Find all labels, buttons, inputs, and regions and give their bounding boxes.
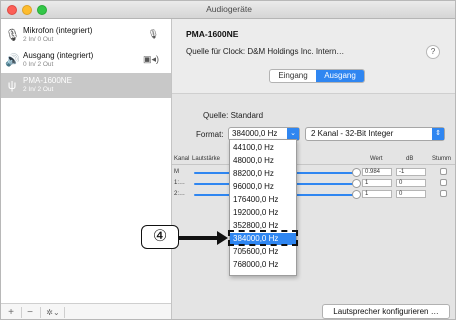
remove-device-button[interactable]: −: [23, 306, 37, 319]
device-name: Ausgang (integriert): [23, 51, 94, 60]
col-value: Wert: [370, 156, 383, 162]
db-field[interactable]: -1: [396, 168, 426, 176]
divider: [21, 307, 22, 318]
device-item-ausgang[interactable]: 🔊 Ausgang (integriert) 0 In/ 2 Out ▣◂): [1, 48, 171, 73]
speaker-volume-icon: ▣◂): [142, 54, 159, 64]
sample-rate-value: 384000,0 Hz: [232, 129, 278, 138]
device-detail-pane: PMA-1600NE Quelle für Clock: D&M Holding…: [172, 19, 455, 319]
channel-name: 2:…: [174, 191, 186, 197]
window-title: Audiogeräte: [206, 4, 252, 14]
menu-item-sample-rate[interactable]: 705600,0 Hz: [230, 246, 296, 258]
tab-ausgang[interactable]: Ausgang: [316, 70, 364, 82]
device-item-pma-1600ne[interactable]: ψ PMA-1600NE 2 In/ 2 Out: [1, 73, 171, 98]
format-label: Format:: [196, 130, 224, 139]
db-field[interactable]: 0: [396, 190, 426, 198]
menu-item-sample-rate[interactable]: 176400,0 Hz: [230, 194, 296, 206]
col-db: dB: [406, 156, 414, 162]
mute-checkbox[interactable]: [440, 179, 447, 186]
sidebar-toolbar: + − ✲⌄: [1, 303, 171, 319]
table-row: 2:… 1 0: [172, 190, 455, 199]
value-field[interactable]: 1: [362, 179, 392, 187]
table-row: M 0.984 -1: [172, 168, 455, 177]
value-field[interactable]: 0.984: [362, 168, 392, 176]
microphone-small-icon: 🎙: [147, 29, 159, 39]
speaker-icon: 🔊: [5, 53, 20, 67]
menu-item-sample-rate[interactable]: 44100,0 Hz: [230, 142, 296, 154]
chevron-updown-icon: ⇕: [432, 128, 444, 140]
usb-icon: ψ: [7, 78, 17, 92]
tab-eingang[interactable]: Eingang: [270, 70, 316, 82]
volume-slider-knob[interactable]: [352, 190, 361, 199]
channel-table-header: Kanal Lautstärke Wert dB Stumm: [172, 155, 455, 165]
help-button[interactable]: ?: [426, 45, 440, 59]
menu-item-sample-rate[interactable]: 768000,0 Hz: [230, 259, 296, 271]
device-sidebar: 🎙 Mikrofon (integriert) 2 In/ 0 Out 🎙 🔊 …: [1, 19, 172, 319]
mute-checkbox[interactable]: [440, 190, 447, 197]
divider: [64, 307, 65, 318]
volume-slider-knob[interactable]: [352, 168, 361, 177]
bit-format-select[interactable]: 2 Kanal - 32-Bit Integer ⇕: [305, 127, 445, 141]
menu-item-sample-rate[interactable]: 88200,0 Hz: [230, 168, 296, 180]
volume-slider-knob[interactable]: [352, 179, 361, 188]
table-row: 1:… 1 0: [172, 179, 455, 188]
device-channels: 2 In/ 2 Out: [23, 86, 54, 93]
divider: [40, 307, 41, 318]
title-bar: Audiogeräte: [1, 1, 455, 19]
device-name: Mikrofon (integriert): [23, 26, 93, 35]
device-title: PMA-1600NE: [186, 29, 239, 39]
callout-arrowhead-icon: [217, 231, 228, 245]
device-channels: 2 In/ 0 Out: [23, 36, 54, 43]
channel-name: M: [174, 169, 179, 175]
menu-item-sample-rate[interactable]: 192000,0 Hz: [230, 207, 296, 219]
mute-checkbox[interactable]: [440, 168, 447, 175]
add-device-button[interactable]: +: [5, 306, 17, 319]
gear-menu-button[interactable]: ✲⌄: [43, 306, 63, 319]
col-volume: Lautstärke: [192, 156, 221, 162]
configure-speakers-button[interactable]: Lautsprecher konfigurieren …: [322, 304, 450, 319]
callout-arrow-icon: [179, 236, 219, 240]
sample-rate-dropdown-menu: 44100,0 Hz 48000,0 Hz 88200,0 Hz 96000,0…: [229, 139, 297, 276]
menu-item-sample-rate[interactable]: 96000,0 Hz: [230, 181, 296, 193]
input-output-segmented-control: Eingang Ausgang: [269, 69, 365, 83]
value-field[interactable]: 1: [362, 190, 392, 198]
db-field[interactable]: 0: [396, 179, 426, 187]
col-channel: Kanal: [174, 156, 190, 162]
microphone-icon: 🎙: [5, 28, 21, 42]
menu-item-sample-rate[interactable]: 48000,0 Hz: [230, 155, 296, 167]
audio-devices-window: Audiogeräte 🎙 Mikrofon (integriert) 2 In…: [0, 0, 456, 320]
col-mute: Stumm: [432, 156, 452, 162]
device-name: PMA-1600NE: [23, 76, 72, 85]
source-label: Quelle: Standard: [203, 111, 264, 120]
channel-name: 1:…: [174, 180, 186, 186]
callout-highlight-box: [228, 230, 298, 246]
output-settings-panel: Quelle: Standard Format: 384000,0 Hz ⌄ 2…: [172, 93, 455, 319]
callout-number: ④: [141, 225, 179, 249]
device-channels: 0 In/ 2 Out: [23, 61, 54, 68]
device-item-mikrofon[interactable]: 🎙 Mikrofon (integriert) 2 In/ 0 Out 🎙: [1, 23, 171, 48]
bit-format-value: 2 Kanal - 32-Bit Integer: [311, 129, 394, 138]
clock-source-label: Quelle für Clock: D&M Holdings Inc. Inte…: [186, 47, 345, 56]
